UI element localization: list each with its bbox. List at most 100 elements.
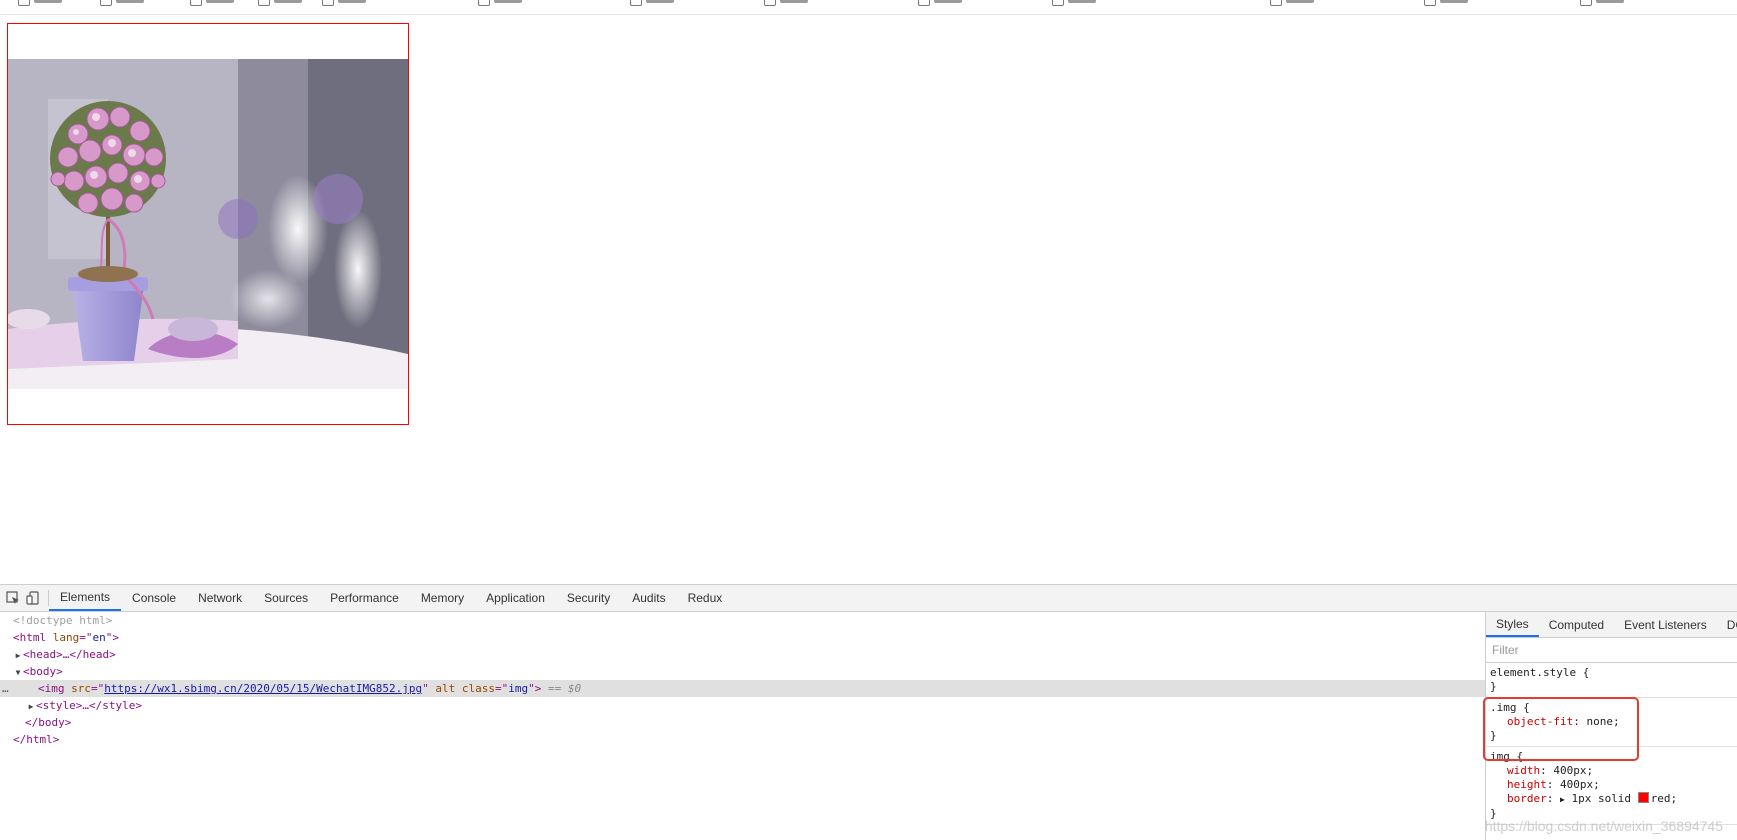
border-value[interactable]: 1px solid: [1571, 792, 1631, 805]
expand-triangle-icon[interactable]: ▶: [13, 647, 23, 664]
more-actions-icon[interactable]: …: [2, 680, 9, 697]
bookmark-item[interactable]: [1052, 0, 1096, 7]
dom-head-line[interactable]: ▶ <head>…</head>: [0, 646, 1485, 663]
dom-img-line-selected[interactable]: … <img src="https://wx1.sbimg.cn/2020/05…: [0, 680, 1485, 697]
tab-console[interactable]: Console: [121, 585, 187, 611]
bookmarks-bar: [0, 0, 1737, 15]
styles-filter-input[interactable]: Filter: [1486, 638, 1737, 663]
devtools-toolbar: Elements Console Network Sources Perform…: [0, 585, 1737, 612]
img-class-selector: .img {: [1490, 701, 1530, 714]
tab-redux[interactable]: Redux: [677, 585, 734, 611]
bookmark-item[interactable]: [1270, 0, 1314, 7]
tab-performance[interactable]: Performance: [319, 585, 410, 611]
height-prop[interactable]: height: [1507, 778, 1547, 791]
img-alt-attr: alt: [435, 682, 456, 695]
bookmark-item[interactable]: [18, 0, 62, 7]
device-toolbar-icon[interactable]: [26, 591, 40, 605]
body-open-text: <body>: [23, 665, 63, 678]
dom-style-line[interactable]: ▶ <style>…</style>: [0, 697, 1485, 714]
tab-memory[interactable]: Memory: [410, 585, 475, 611]
bookmark-item[interactable]: [918, 0, 962, 7]
rule-close-brace: }: [1490, 680, 1497, 693]
doctype-text: <!doctype html>: [13, 614, 113, 627]
tab-security[interactable]: Security: [556, 585, 621, 611]
html-lang-attr: lang: [52, 631, 80, 644]
border-prop[interactable]: border: [1507, 792, 1547, 805]
bookmark-icon: [478, 0, 490, 6]
object-fit-value[interactable]: none;: [1586, 715, 1619, 728]
dom-html-close-line[interactable]: </html>: [0, 731, 1485, 748]
dom-body-open-line[interactable]: ▼ <body>: [0, 663, 1485, 680]
bookmark-item[interactable]: [190, 0, 234, 7]
img-class-rule[interactable]: .img { object-fit: none; }: [1486, 698, 1737, 747]
bookmark-item[interactable]: [630, 0, 674, 7]
width-prop[interactable]: width: [1507, 764, 1540, 777]
bookmark-icon: [1424, 0, 1436, 6]
devtools-panel: Elements Console Network Sources Perform…: [0, 584, 1737, 840]
folder-icon: [190, 0, 202, 6]
collapse-triangle-icon[interactable]: ▼: [13, 664, 23, 681]
folder-icon: [1580, 0, 1592, 6]
html-tag-name: html: [19, 631, 47, 644]
expand-triangle-icon[interactable]: ▶: [1560, 795, 1565, 804]
style-collapsed-text: <style>…</style>: [36, 699, 142, 712]
page-viewport: [0, 0, 1737, 584]
tab-sources[interactable]: Sources: [253, 585, 319, 611]
img-src-attr: src: [71, 682, 91, 695]
img-src-link[interactable]: https://wx1.sbimg.cn/2020/05/15/WechatIM…: [104, 682, 422, 695]
border-color-value[interactable]: red;: [1651, 792, 1678, 805]
img-tag-name: img: [44, 682, 65, 695]
folder-icon: [258, 0, 270, 6]
tab-audits[interactable]: Audits: [621, 585, 676, 611]
bookmark-item[interactable]: [1424, 0, 1468, 7]
expand-triangle-icon[interactable]: ▶: [26, 698, 36, 715]
bookmark-icon: [322, 0, 334, 6]
selected-node-marker: == $0: [548, 682, 582, 695]
tab-elements[interactable]: Elements: [49, 585, 122, 611]
bookmark-item[interactable]: [100, 0, 144, 7]
tab-dom[interactable]: DOM: [1717, 612, 1737, 637]
head-collapsed-text: <head>…</head>: [23, 648, 116, 661]
tab-styles[interactable]: Styles: [1486, 612, 1539, 637]
width-value[interactable]: 400px;: [1553, 764, 1593, 777]
folder-icon: [1052, 0, 1064, 6]
bookmark-icon: [18, 0, 30, 6]
object-fit-prop[interactable]: object-fit: [1507, 715, 1573, 728]
photo-illustration: [8, 59, 408, 389]
bookmark-item[interactable]: [764, 0, 808, 7]
img-selector: img {: [1490, 750, 1524, 763]
bookmark-icon: [1270, 0, 1282, 6]
bookmark-item[interactable]: [258, 0, 302, 7]
bookmark-item[interactable]: [322, 0, 366, 7]
html-close-text: </html>: [13, 733, 60, 746]
bookmark-item[interactable]: [478, 0, 522, 7]
element-style-rule[interactable]: element.style { }: [1486, 663, 1737, 698]
element-style-selector: element.style {: [1490, 666, 1590, 679]
folder-icon: [100, 0, 112, 6]
flower-pot-photo: [8, 59, 408, 389]
folder-icon: [918, 0, 930, 6]
img-element-rule[interactable]: img { width: 400px; height: 400px; borde…: [1486, 747, 1737, 825]
dom-html-open-line[interactable]: <html lang="en">: [0, 629, 1485, 646]
dom-doctype-line[interactable]: <!doctype html>: [0, 612, 1485, 629]
elements-dom-tree: <!doctype html> <html lang="en"> ▶ <head>…: [0, 612, 1486, 840]
img-class-attr: class: [461, 682, 496, 695]
body-close-text: </body>: [25, 716, 72, 729]
inspect-element-icon[interactable]: [6, 591, 20, 605]
img-class-value: img: [508, 682, 529, 695]
rule-close-brace: }: [1490, 729, 1497, 742]
tab-event-listeners[interactable]: Event Listeners: [1614, 612, 1717, 637]
tab-application[interactable]: Application: [475, 585, 556, 611]
dom-body-close-line[interactable]: </body>: [0, 714, 1485, 731]
html-lang-value: en: [92, 631, 106, 644]
bookmark-item[interactable]: [1580, 0, 1624, 7]
tab-computed[interactable]: Computed: [1539, 612, 1614, 637]
bookmark-icon: [630, 0, 642, 6]
styles-sidebar: Styles Computed Event Listeners DOM Filt…: [1486, 612, 1737, 840]
color-swatch[interactable]: [1637, 792, 1649, 803]
tab-network[interactable]: Network: [187, 585, 253, 611]
devtools-icon-group: [0, 590, 49, 606]
styles-sidebar-tabs: Styles Computed Event Listeners DOM: [1486, 612, 1737, 638]
height-value[interactable]: 400px;: [1560, 778, 1600, 791]
demo-image-element: [7, 23, 409, 425]
